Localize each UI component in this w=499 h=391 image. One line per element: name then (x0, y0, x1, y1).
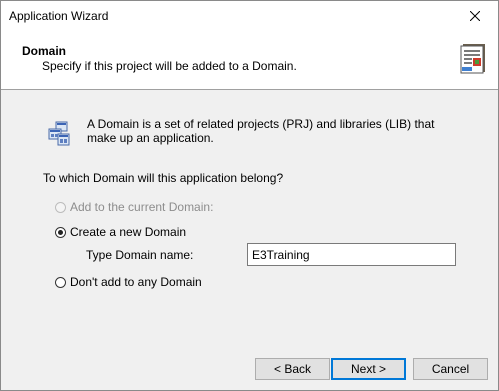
domain-icon (48, 121, 70, 146)
next-button[interactable]: Next > (331, 358, 406, 380)
domain-description: A Domain is a set of related projects (P… (87, 117, 435, 145)
domain-name-label: Type Domain name: (86, 248, 194, 262)
create-new-domain-option[interactable]: Create a new Domain (55, 225, 186, 239)
application-wizard-window: Application Wizard Domain Specify if thi… (0, 0, 499, 391)
no-domain-radio[interactable] (55, 276, 66, 288)
page-subtitle: Specify if this project will be added to… (42, 59, 297, 73)
wizard-header: Domain Specify if this project will be a… (1, 31, 498, 90)
back-button[interactable]: < Back (255, 358, 330, 380)
create-new-domain-radio[interactable] (55, 226, 66, 238)
cancel-button[interactable]: Cancel (413, 358, 488, 380)
title-bar: Application Wizard (1, 1, 498, 31)
no-domain-option[interactable]: Don't add to any Domain (55, 275, 202, 289)
add-to-current-domain-option[interactable]: Add to the current Domain: (55, 200, 213, 214)
close-icon (470, 11, 480, 21)
no-domain-label: Don't add to any Domain (70, 275, 202, 289)
domain-name-input[interactable] (247, 243, 456, 266)
add-to-current-domain-label: Add to the current Domain: (70, 200, 214, 214)
close-button[interactable] (452, 1, 498, 31)
wizard-document-icon (460, 44, 485, 74)
add-to-current-domain-radio[interactable] (55, 201, 66, 213)
window-title: Application Wizard (9, 9, 109, 23)
create-new-domain-label: Create a new Domain (70, 225, 187, 239)
domain-question: To which Domain will this application be… (43, 171, 284, 185)
page-title: Domain (22, 44, 67, 58)
